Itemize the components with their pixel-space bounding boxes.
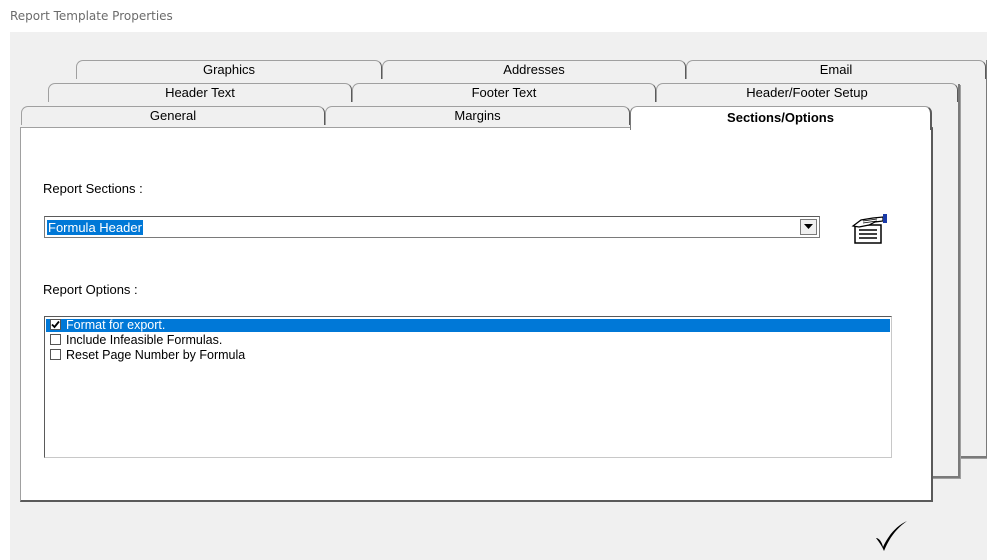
tab-label: Graphics	[202, 62, 256, 77]
option-format-for-export[interactable]: Format for export.	[46, 319, 890, 332]
report-sections-label: Report Sections :	[43, 181, 143, 196]
report-section-icon[interactable]	[849, 211, 895, 245]
option-reset-page-number[interactable]: Reset Page Number by Formula	[46, 349, 890, 362]
tab-label: Header Text	[165, 85, 235, 100]
tab-addresses[interactable]: Addresses	[382, 60, 686, 79]
option-label: Format for export.	[66, 318, 166, 332]
tab-label: Addresses	[503, 62, 565, 77]
chevron-down-icon[interactable]	[800, 219, 817, 235]
tab-label: Sections/Options	[727, 110, 834, 125]
report-options-label: Report Options :	[43, 282, 138, 297]
tab-email[interactable]: Email	[686, 60, 986, 79]
report-sections-value: Formula Header	[47, 220, 143, 235]
tab-label: Footer Text	[471, 85, 537, 100]
checkbox-icon[interactable]	[50, 334, 61, 345]
report-sections-dropdown[interactable]: Formula Header	[44, 216, 820, 238]
checkmark-icon	[876, 521, 907, 551]
sections-options-panel: Report Sections : Formula Header Report …	[20, 127, 933, 502]
tab-footer-text[interactable]: Footer Text	[352, 83, 656, 102]
tab-graphics[interactable]: Graphics	[76, 60, 382, 79]
window-title: Report Template Properties	[10, 9, 173, 23]
option-label: Reset Page Number by Formula	[66, 348, 246, 362]
option-include-infeasible-formulas[interactable]: Include Infeasible Formulas.	[46, 334, 890, 347]
tab-header-footer-setup[interactable]: Header/Footer Setup	[656, 83, 958, 102]
tab-label: General	[149, 108, 197, 123]
tab-header-text[interactable]: Header Text	[48, 83, 352, 102]
tab-general[interactable]: General	[21, 106, 325, 125]
tab-label: Margins	[454, 108, 501, 123]
tab-margins[interactable]: Margins	[325, 106, 630, 125]
report-options-list[interactable]: Format for export. Include Infeasible Fo…	[44, 316, 892, 458]
tab-sections-options[interactable]: Sections/Options	[630, 106, 932, 130]
checkbox-checked-icon[interactable]	[50, 319, 61, 330]
ok-button[interactable]	[870, 518, 910, 552]
option-label: Include Infeasible Formulas.	[66, 333, 223, 347]
tab-label: Email	[819, 62, 853, 77]
tab-label: Header/Footer Setup	[746, 85, 868, 100]
checkbox-icon[interactable]	[50, 349, 61, 360]
